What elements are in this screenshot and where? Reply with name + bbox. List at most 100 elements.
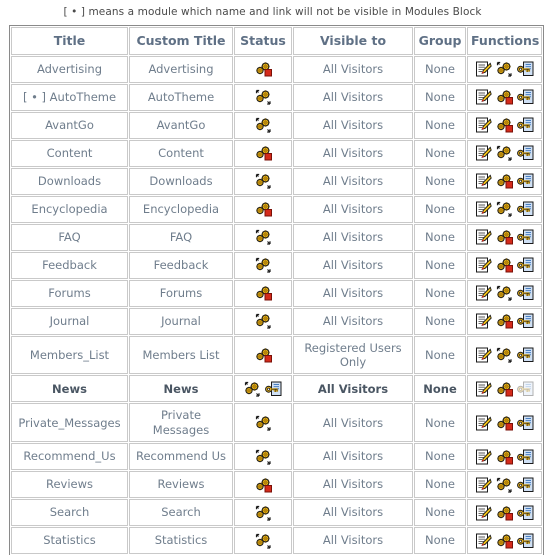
- edit-pencil-icon[interactable]: [475, 533, 492, 549]
- module-title-cell: Private_Messages: [11, 403, 128, 443]
- edit-pencil-icon[interactable]: [475, 505, 492, 521]
- module-status-cell-icons: [238, 313, 288, 330]
- gears-activate-icon[interactable]: [255, 257, 272, 273]
- edit-pencil-icon[interactable]: [475, 313, 492, 329]
- gears-deactivate-icon[interactable]: [496, 229, 513, 245]
- table-row: [ • ] AutoTheme AutoTheme All Visitors None: [11, 83, 542, 111]
- module-group-cell: None: [414, 307, 466, 335]
- module-visible-to-cell: All Visitors: [293, 251, 413, 279]
- gears-activate-icon[interactable]: [255, 449, 272, 465]
- key-document-icon[interactable]: [517, 201, 534, 217]
- key-document-icon[interactable]: [517, 449, 534, 465]
- module-status-cell-icons: [238, 476, 288, 493]
- gears-deactivate-icon[interactable]: [496, 449, 513, 465]
- module-status-cell-icons: [238, 145, 288, 162]
- edit-pencil-icon[interactable]: [475, 285, 492, 301]
- module-visible-to-cell: Registered Users Only: [293, 335, 413, 375]
- module-functions-cell-icons: [471, 414, 538, 431]
- key-document-icon[interactable]: [517, 285, 534, 301]
- gears-activate-icon[interactable]: [255, 533, 272, 549]
- key-document-icon[interactable]: [517, 89, 534, 105]
- module-functions-cell-icons: [471, 145, 538, 162]
- gears-activate-icon[interactable]: [255, 173, 272, 189]
- module-custom-title-cell: AutoTheme: [129, 83, 233, 111]
- gears-deactivate-icon[interactable]: [496, 533, 513, 549]
- column-header-custom-title: Custom Title: [129, 27, 233, 55]
- gears-activate-icon[interactable]: [496, 285, 513, 301]
- gears-deactivate-icon[interactable]: [496, 415, 513, 431]
- key-document-icon[interactable]: [517, 505, 534, 521]
- module-title-cell: News: [11, 375, 128, 403]
- edit-pencil-icon[interactable]: [475, 477, 492, 493]
- key-document-icon[interactable]: [517, 229, 534, 245]
- module-custom-title-cell: Forums: [129, 279, 233, 307]
- gears-activate-icon[interactable]: [496, 61, 513, 77]
- edit-pencil-icon[interactable]: [475, 145, 492, 161]
- gears-activate-icon[interactable]: [496, 347, 513, 363]
- module-custom-title-cell: Journal: [129, 307, 233, 335]
- key-document-icon: [517, 381, 534, 397]
- key-document-icon[interactable]: [517, 347, 534, 363]
- gears-deactivate-icon[interactable]: [496, 505, 513, 521]
- gears-deactivate-icon[interactable]: [255, 285, 272, 301]
- edit-pencil-icon[interactable]: [475, 201, 492, 217]
- module-status-cell-icons: [238, 61, 288, 78]
- key-document-icon[interactable]: [265, 381, 282, 397]
- edit-pencil-icon[interactable]: [475, 415, 492, 431]
- gears-deactivate-icon[interactable]: [255, 61, 272, 77]
- module-functions-cell-icons: [471, 229, 538, 246]
- gears-deactivate-icon[interactable]: [496, 117, 513, 133]
- gears-activate-icon[interactable]: [244, 381, 261, 397]
- edit-pencil-icon[interactable]: [475, 257, 492, 273]
- module-status-cell-icons: [238, 504, 288, 521]
- gears-deactivate-icon[interactable]: [255, 201, 272, 217]
- module-functions-cell: [467, 403, 542, 443]
- gears-activate-icon[interactable]: [255, 415, 272, 431]
- module-status-cell: [234, 443, 292, 471]
- edit-pencil-icon[interactable]: [475, 347, 492, 363]
- module-custom-title-cell: FAQ: [129, 223, 233, 251]
- module-custom-title-cell: AvantGo: [129, 111, 233, 139]
- key-document-icon[interactable]: [517, 145, 534, 161]
- edit-pencil-icon[interactable]: [475, 89, 492, 105]
- key-document-icon[interactable]: [517, 257, 534, 273]
- module-status-cell-icons: [238, 532, 288, 549]
- module-custom-title-cell: Advertising: [129, 55, 233, 83]
- header-row: Title Custom Title Status Visible to Gro…: [11, 27, 542, 55]
- gears-activate-icon[interactable]: [496, 201, 513, 217]
- gears-deactivate-icon[interactable]: [255, 347, 272, 363]
- edit-pencil-icon[interactable]: [475, 117, 492, 133]
- gears-deactivate-icon[interactable]: [496, 257, 513, 273]
- module-custom-title-cell: Downloads: [129, 167, 233, 195]
- key-document-icon[interactable]: [517, 61, 534, 77]
- gears-activate-icon[interactable]: [255, 505, 272, 521]
- module-functions-cell: [467, 527, 542, 555]
- key-document-icon[interactable]: [517, 313, 534, 329]
- gears-activate-icon[interactable]: [255, 313, 272, 329]
- edit-pencil-icon[interactable]: [475, 229, 492, 245]
- gears-activate-icon[interactable]: [255, 89, 272, 105]
- edit-pencil-icon[interactable]: [475, 61, 492, 77]
- gears-deactivate-icon[interactable]: [255, 477, 272, 493]
- gears-deactivate-icon[interactable]: [496, 381, 513, 397]
- module-status-cell-icons: [238, 380, 288, 397]
- key-document-icon[interactable]: [517, 477, 534, 493]
- key-document-icon[interactable]: [517, 117, 534, 133]
- gears-activate-icon[interactable]: [255, 229, 272, 245]
- gears-deactivate-icon[interactable]: [255, 145, 272, 161]
- key-document-icon[interactable]: [517, 173, 534, 189]
- edit-pencil-icon[interactable]: [475, 381, 492, 397]
- key-document-icon[interactable]: [517, 415, 534, 431]
- gears-deactivate-icon[interactable]: [496, 173, 513, 189]
- gears-activate-icon[interactable]: [496, 477, 513, 493]
- module-status-cell: [234, 223, 292, 251]
- gears-activate-icon[interactable]: [496, 145, 513, 161]
- edit-pencil-icon[interactable]: [475, 173, 492, 189]
- gears-activate-icon[interactable]: [255, 117, 272, 133]
- key-document-icon[interactable]: [517, 533, 534, 549]
- edit-pencil-icon[interactable]: [475, 449, 492, 465]
- module-title-cell: FAQ: [11, 223, 128, 251]
- gears-deactivate-icon[interactable]: [496, 313, 513, 329]
- module-functions-cell-icons: [471, 173, 538, 190]
- gears-deactivate-icon[interactable]: [496, 89, 513, 105]
